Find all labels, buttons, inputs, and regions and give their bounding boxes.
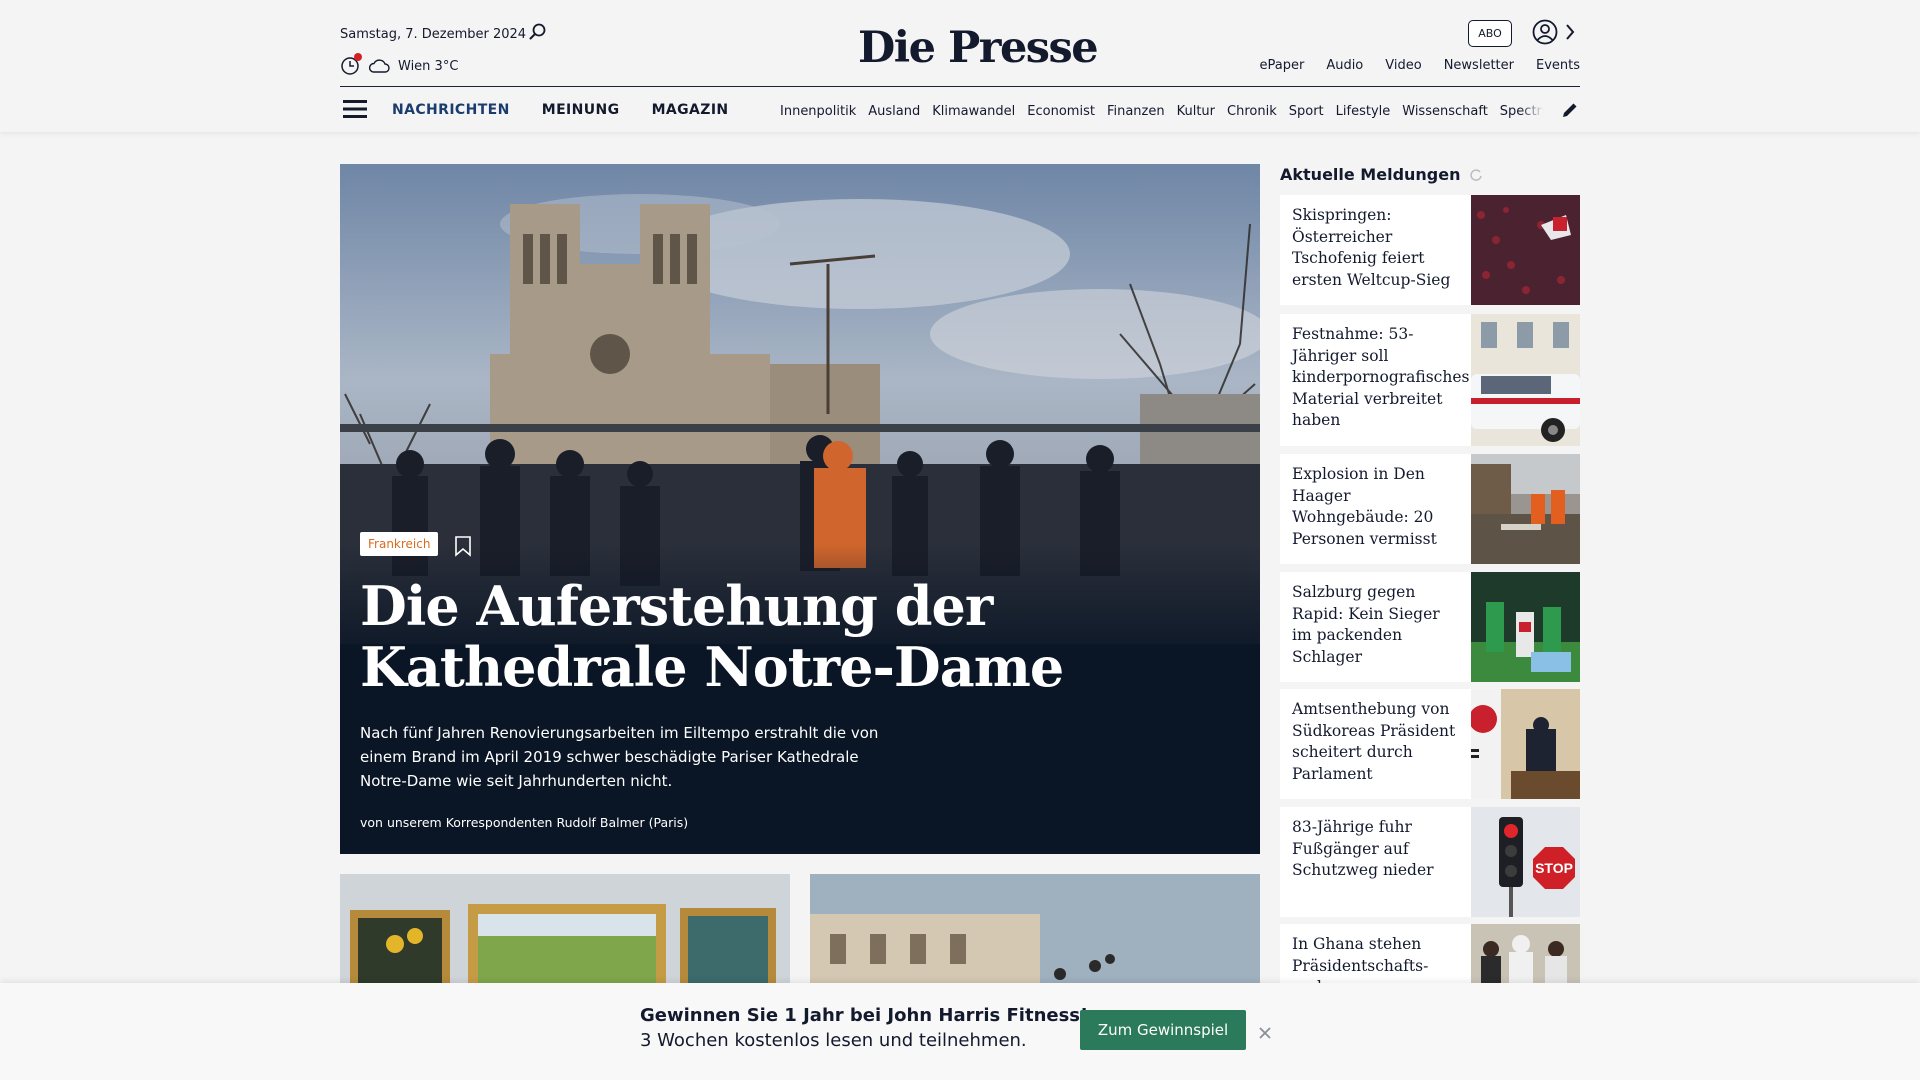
bookmark-icon[interactable] (454, 535, 472, 557)
hero-author: von unserem Korrespondenten Rudolf Balme… (360, 815, 689, 830)
main-nav: NACHRICHTEN MEINUNG MAGAZIN (392, 102, 729, 118)
close-icon[interactable] (1258, 1026, 1272, 1040)
hero-lead: Nach fünf Jahren Renovierungsarbeiten im… (360, 724, 879, 790)
explosion-thumbnail (1471, 454, 1580, 564)
nav-events[interactable]: Events (1536, 58, 1580, 73)
promo-banner: Gewinnen Sie 1 Jahr bei John Harris Fitn… (0, 983, 1920, 1080)
traffic-light-thumbnail: STOP (1471, 807, 1580, 917)
section-kultur[interactable]: Kultur (1177, 104, 1215, 119)
weather-label: Wien 3°C (398, 58, 459, 74)
hero-headline[interactable]: Die Auferstehung der Kathedrale Notre-Da… (360, 576, 1240, 698)
news-item-suedkorea[interactable]: Amtsenthebung von Südkoreas Präsident sc… (1280, 689, 1580, 799)
hero-article[interactable]: Frankreich Die Auferstehung der Kathedra… (340, 164, 1260, 854)
service-nav: ePaper Audio Video Newsletter Events (1259, 58, 1580, 73)
section-klimawandel[interactable]: Klimawandel (932, 104, 1015, 119)
section-innenpolitik[interactable]: Innenpolitik (780, 104, 856, 119)
chevron-right-icon[interactable] (1565, 23, 1575, 41)
weather-widget[interactable]: Wien 3°C (340, 53, 459, 76)
section-sport[interactable]: Sport (1289, 104, 1324, 119)
nav-video[interactable]: Video (1385, 58, 1421, 73)
category-tag[interactable]: Frankreich (360, 532, 439, 556)
promo-text: Gewinnen Sie 1 Jahr bei John Harris Fitn… (640, 1003, 1088, 1053)
news-item-salzburg-rapid[interactable]: Salzburg gegen Rapid: Kein Sieger im pac… (1280, 572, 1580, 682)
site-header: Samstag, 7. Dezember 2024 Wien 3°C Die P… (0, 0, 1920, 132)
news-item-title: Amtsenthebung von Südkoreas Präsident sc… (1292, 700, 1456, 783)
abo-button[interactable]: ABO (1468, 20, 1512, 47)
pencil-icon[interactable] (1561, 101, 1579, 119)
sidebar-title-label: Aktuelle Meldungen (1280, 165, 1461, 184)
syria-image (810, 874, 1260, 984)
notification-dot (354, 53, 362, 61)
section-spectrum[interactable]: Spectrum (1500, 104, 1544, 119)
hamburger-menu-icon[interactable] (343, 99, 367, 119)
paintings-image (340, 874, 790, 984)
section-nav: Innenpolitik Ausland Klimawandel Economi… (780, 104, 1544, 119)
site-logo[interactable]: Die Presse (858, 23, 1099, 73)
sidebar-title: Aktuelle Meldungen (1280, 165, 1483, 184)
police-car-thumbnail (1471, 314, 1580, 446)
current-date: Samstag, 7. Dezember 2024 (340, 27, 527, 42)
news-item-title: 83-Jährige fuhr Fußgänger auf Schutzweg … (1292, 818, 1434, 879)
news-item-schutzweg[interactable]: 83-Jährige fuhr Fußgänger auf Schutzweg … (1280, 807, 1580, 917)
news-item-explosion[interactable]: Explosion in Den Haager Wohngebäude: 20 … (1280, 454, 1580, 564)
nav-nachrichten[interactable]: NACHRICHTEN (392, 102, 510, 118)
news-item-festnahme[interactable]: Festnahme: 53-Jähriger soll kinderpornog… (1280, 314, 1580, 446)
section-finanzen[interactable]: Finanzen (1107, 104, 1165, 119)
nav-meinung[interactable]: MEINUNG (542, 102, 620, 118)
header-divider (340, 86, 1580, 87)
user-account-icon[interactable] (1532, 19, 1558, 45)
section-economist[interactable]: Economist (1027, 104, 1095, 119)
teaser-card-paintings[interactable] (340, 874, 790, 984)
clock-icon (340, 53, 362, 76)
section-wissenschaft[interactable]: Wissenschaft (1402, 104, 1488, 119)
section-chronik[interactable]: Chronik (1227, 104, 1277, 119)
parliament-thumbnail (1471, 689, 1580, 799)
refresh-icon[interactable] (1469, 168, 1483, 182)
nav-newsletter[interactable]: Newsletter (1444, 58, 1514, 73)
news-item-skispringen[interactable]: Skispringen: Österreicher Tschofenig fei… (1280, 195, 1580, 305)
gewinnspiel-button[interactable]: Zum Gewinnspiel (1080, 1010, 1246, 1050)
search-icon[interactable] (528, 22, 548, 42)
news-item-title: Festnahme: 53-Jähriger soll kinderpornog… (1292, 325, 1470, 429)
news-item-title: Skispringen: Österreicher Tschofenig fei… (1292, 206, 1451, 289)
nav-epaper[interactable]: ePaper (1259, 58, 1304, 73)
news-item-title: Explosion in Den Haager Wohngebäude: 20 … (1292, 465, 1437, 548)
football-thumbnail (1471, 572, 1580, 682)
promo-headline: Gewinnen Sie 1 Jahr bei John Harris Fitn… (640, 1005, 1089, 1026)
svg-text:STOP: STOP (1535, 860, 1573, 876)
nav-magazin[interactable]: MAGAZIN (652, 102, 729, 118)
section-lifestyle[interactable]: Lifestyle (1336, 104, 1391, 119)
news-item-title: Salzburg gegen Rapid: Kein Sieger im pac… (1292, 583, 1440, 666)
ski-jumping-thumbnail (1471, 195, 1580, 305)
cloud-icon (368, 59, 390, 73)
promo-subline: 3 Wochen kostenlos lesen und teilnehmen. (640, 1030, 1027, 1051)
teaser-card-syria[interactable] (810, 874, 1260, 984)
section-ausland[interactable]: Ausland (868, 104, 920, 119)
nav-audio[interactable]: Audio (1326, 58, 1363, 73)
